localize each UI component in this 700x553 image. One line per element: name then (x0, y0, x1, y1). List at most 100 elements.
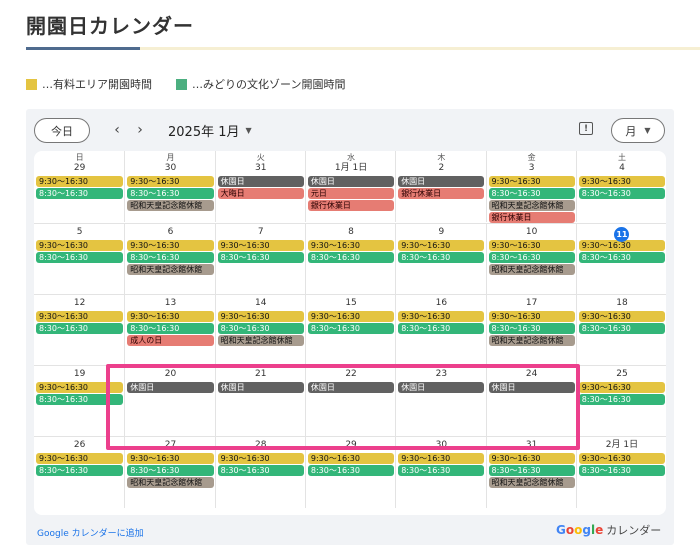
day-cell[interactable]: 26 9:30〜16:30 8:30〜16:30 (34, 437, 125, 508)
event-chip[interactable]: 8:30〜16:30 (127, 252, 214, 263)
event-chip[interactable]: 休園日 (217, 176, 304, 187)
event-chip[interactable]: 8:30〜16:30 (578, 465, 666, 476)
event-chip[interactable]: 8:30〜16:30 (578, 323, 666, 334)
event-chip[interactable]: 9:30〜16:30 (217, 240, 304, 251)
day-number[interactable]: 27 (125, 440, 215, 452)
event-chip[interactable]: 9:30〜16:30 (307, 311, 395, 322)
event-chip[interactable]: 9:30〜16:30 (36, 176, 124, 187)
day-cell[interactable]: 5 9:30〜16:30 8:30〜16:30 (34, 224, 125, 295)
day-cell[interactable]: 火 31 休園日 大晦日 (214, 151, 306, 222)
add-to-google-calendar-link[interactable]: Google カレンダーに追加 (37, 526, 144, 539)
event-chip[interactable]: 元日 (307, 188, 395, 199)
day-cell[interactable]: 月 30 9:30〜16:30 8:30〜16:30 昭和天皇記念館休館 (124, 151, 215, 222)
day-cell[interactable]: 20 休園日 (124, 366, 215, 437)
event-chip[interactable]: 昭和天皇記念館休館 (488, 335, 575, 346)
event-chip[interactable]: 9:30〜16:30 (127, 453, 214, 464)
day-number[interactable]: 12 (34, 298, 125, 310)
day-number[interactable]: 11 (577, 227, 666, 242)
day-number[interactable]: 13 (125, 298, 215, 310)
day-number[interactable]: 19 (34, 369, 125, 381)
day-number[interactable]: 7 (216, 227, 306, 239)
day-cell[interactable]: 29 9:30〜16:30 8:30〜16:30 (304, 437, 396, 508)
day-cell[interactable]: 2月 1日 9:30〜16:30 8:30〜16:30 (575, 437, 666, 508)
event-chip[interactable]: 9:30〜16:30 (36, 382, 124, 393)
day-cell[interactable]: 14 9:30〜16:30 8:30〜16:30 昭和天皇記念館休館 (214, 295, 306, 366)
feedback-icon[interactable]: ! (579, 122, 593, 135)
month-selector[interactable]: 2025年 1月 ▼ (168, 121, 252, 140)
event-chip[interactable]: 9:30〜16:30 (217, 453, 304, 464)
day-cell[interactable]: 10 9:30〜16:30 8:30〜16:30 昭和天皇記念館休館 (485, 224, 577, 295)
event-chip[interactable]: 9:30〜16:30 (307, 453, 395, 464)
day-cell[interactable]: 土 4 9:30〜16:30 8:30〜16:30 (575, 151, 666, 222)
day-number[interactable]: 23 (396, 369, 486, 381)
event-chip[interactable]: 9:30〜16:30 (488, 311, 575, 322)
event-chip[interactable]: 9:30〜16:30 (307, 240, 395, 251)
day-cell[interactable]: 21 休園日 (214, 366, 306, 437)
day-cell[interactable]: 24 休園日 (485, 366, 577, 437)
day-cell[interactable]: 19 9:30〜16:30 8:30〜16:30 (34, 366, 125, 437)
day-cell[interactable]: 6 9:30〜16:30 8:30〜16:30 昭和天皇記念館休館 (124, 224, 215, 295)
day-cell[interactable]: 17 9:30〜16:30 8:30〜16:30 昭和天皇記念館休館 (485, 295, 577, 366)
event-chip[interactable]: 9:30〜16:30 (36, 311, 124, 322)
day-number[interactable]: 29 (306, 440, 396, 452)
event-chip[interactable]: 8:30〜16:30 (488, 465, 575, 476)
event-chip[interactable]: 休園日 (488, 382, 575, 393)
day-number[interactable]: 26 (34, 440, 125, 452)
event-chip[interactable]: 8:30〜16:30 (578, 394, 666, 405)
event-chip[interactable]: 9:30〜16:30 (217, 311, 304, 322)
event-chip[interactable]: 8:30〜16:30 (488, 188, 575, 199)
event-chip[interactable]: 8:30〜16:30 (127, 465, 214, 476)
day-number[interactable]: 30 (396, 440, 486, 452)
event-chip[interactable]: 休園日 (398, 382, 485, 393)
day-cell[interactable]: 木 2 休園日 銀行休業日 (395, 151, 486, 222)
day-number[interactable]: 21 (216, 369, 306, 381)
day-cell[interactable]: 11 9:30〜16:30 8:30〜16:30 (575, 224, 666, 295)
event-chip[interactable]: 9:30〜16:30 (578, 176, 666, 187)
event-chip[interactable]: 9:30〜16:30 (36, 453, 124, 464)
event-chip[interactable]: 昭和天皇記念館休館 (488, 200, 575, 211)
day-number[interactable]: 1月 1日 (306, 163, 396, 175)
event-chip[interactable]: 8:30〜16:30 (398, 465, 485, 476)
day-cell[interactable]: 16 9:30〜16:30 8:30〜16:30 (395, 295, 486, 366)
day-number[interactable]: 29 (34, 163, 125, 175)
event-chip[interactable]: 9:30〜16:30 (398, 311, 485, 322)
day-number[interactable]: 10 (487, 227, 577, 239)
day-cell[interactable]: 7 9:30〜16:30 8:30〜16:30 (214, 224, 306, 295)
event-chip[interactable]: 昭和天皇記念館休館 (488, 477, 575, 488)
day-number[interactable]: 6 (125, 227, 215, 239)
event-chip[interactable]: 9:30〜16:30 (36, 240, 124, 251)
event-chip[interactable]: 8:30〜16:30 (36, 465, 124, 476)
event-chip[interactable]: 8:30〜16:30 (307, 465, 395, 476)
day-cell[interactable]: 25 9:30〜16:30 8:30〜16:30 (575, 366, 666, 437)
day-number[interactable]: 22 (306, 369, 396, 381)
event-chip[interactable]: 昭和天皇記念館休館 (127, 264, 214, 275)
day-number[interactable]: 30 (125, 163, 215, 175)
event-chip[interactable]: 9:30〜16:30 (578, 382, 666, 393)
event-chip[interactable]: 9:30〜16:30 (578, 240, 666, 251)
event-chip[interactable]: 8:30〜16:30 (488, 323, 575, 334)
day-number[interactable]: 2月 1日 (577, 440, 666, 452)
event-chip[interactable]: 8:30〜16:30 (578, 252, 666, 263)
day-cell[interactable]: 水 1月 1日 休園日 元日 銀行休業日 (304, 151, 396, 222)
event-chip[interactable]: 9:30〜16:30 (488, 453, 575, 464)
event-chip[interactable]: 銀行休業日 (307, 200, 395, 211)
event-chip[interactable]: 8:30〜16:30 (36, 188, 124, 199)
event-chip[interactable]: 8:30〜16:30 (307, 252, 395, 263)
day-number[interactable]: 31 (487, 440, 577, 452)
day-number[interactable]: 20 (125, 369, 215, 381)
event-chip[interactable]: 昭和天皇記念館休館 (127, 477, 214, 488)
day-cell[interactable]: 9 9:30〜16:30 8:30〜16:30 (395, 224, 486, 295)
day-number[interactable]: 8 (306, 227, 396, 239)
event-chip[interactable]: 9:30〜16:30 (398, 453, 485, 464)
event-chip[interactable]: 9:30〜16:30 (488, 240, 575, 251)
chevron-left-icon[interactable]: ‹ (108, 120, 126, 140)
event-chip[interactable]: 8:30〜16:30 (36, 394, 124, 405)
day-cell[interactable]: 28 9:30〜16:30 8:30〜16:30 (214, 437, 306, 508)
event-chip[interactable]: 9:30〜16:30 (488, 176, 575, 187)
day-number[interactable]: 4 (577, 163, 666, 175)
event-chip[interactable]: 8:30〜16:30 (127, 323, 214, 334)
day-number[interactable]: 25 (577, 369, 666, 381)
day-cell[interactable]: 18 9:30〜16:30 8:30〜16:30 (575, 295, 666, 366)
event-chip[interactable]: 9:30〜16:30 (127, 240, 214, 251)
day-number[interactable]: 28 (216, 440, 306, 452)
